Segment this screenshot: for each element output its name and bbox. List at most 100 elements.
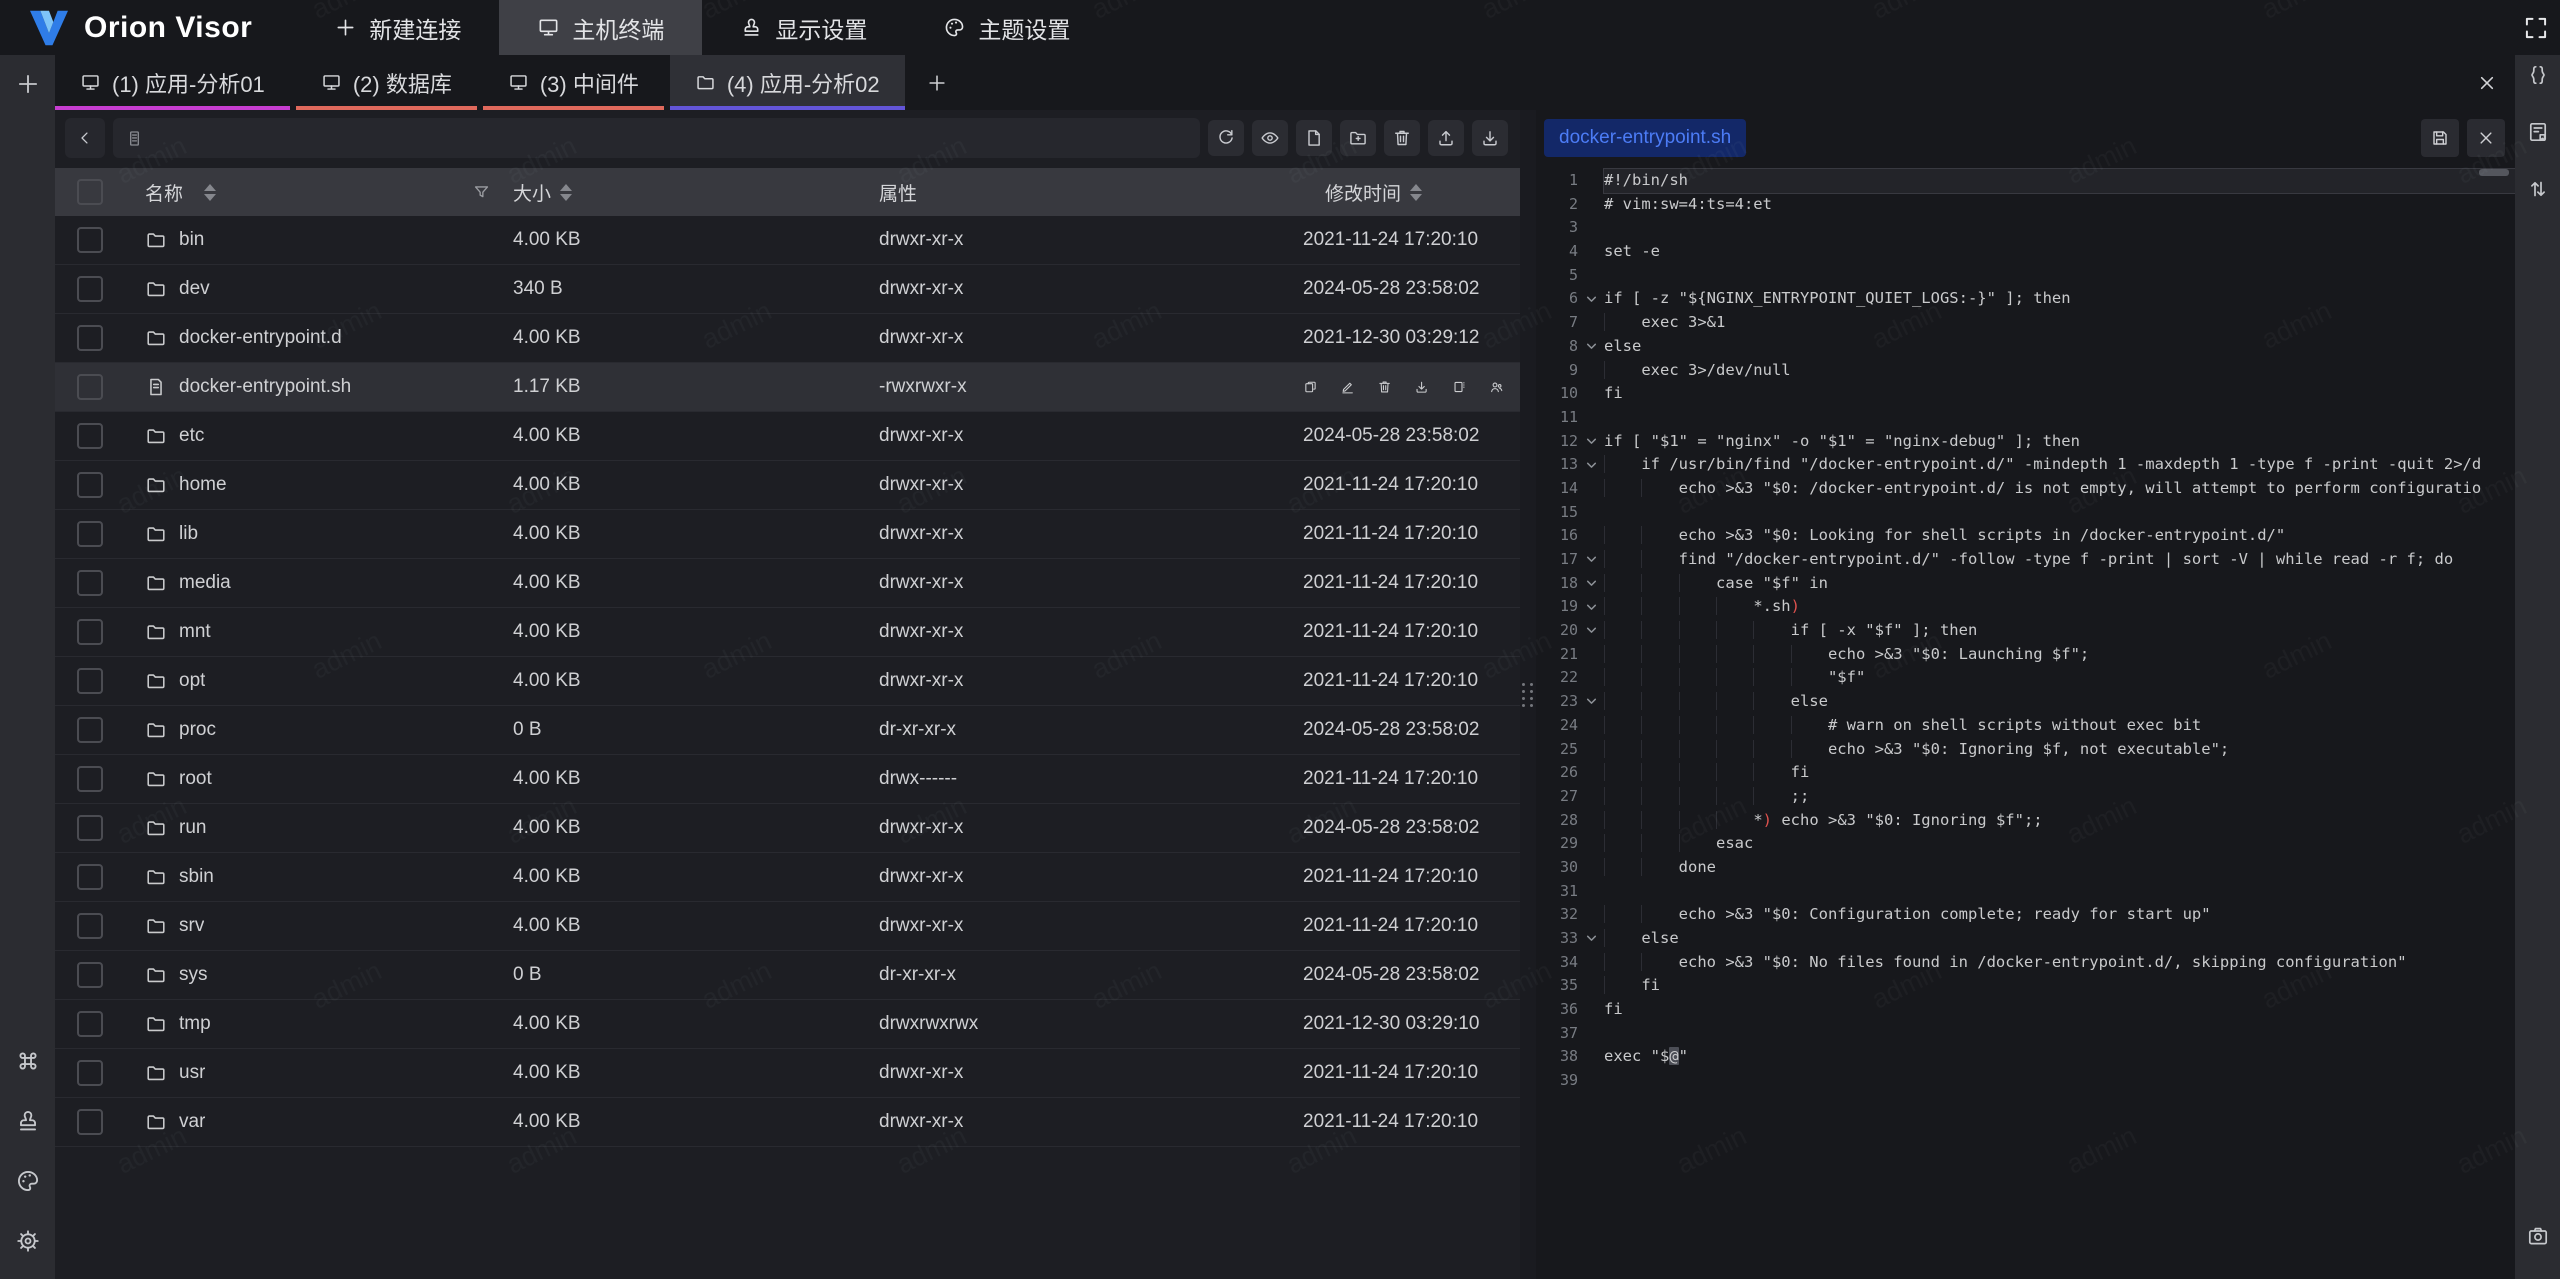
file-name[interactable]: opt — [179, 670, 205, 692]
table-row[interactable]: run4.00 KBdrwxr-xr-x2024-05-28 23:58:02 — [55, 804, 1520, 853]
row-checkbox[interactable] — [77, 962, 103, 988]
row-checkbox[interactable] — [77, 668, 103, 694]
sort-vertical-rail-button[interactable] — [2526, 177, 2550, 206]
file-name[interactable]: run — [179, 817, 206, 839]
table-row[interactable]: lib4.00 KBdrwxr-xr-x2021-11-24 17:20:10 — [55, 510, 1520, 559]
directory-list-icon[interactable] — [125, 129, 144, 148]
file-name[interactable]: docker-entrypoint.sh — [179, 376, 351, 398]
upload-button[interactable] — [1428, 120, 1464, 156]
table-row[interactable]: opt4.00 KBdrwxr-xr-x2021-11-24 17:20:10 — [55, 657, 1520, 706]
table-row[interactable]: dev340 Bdrwxr-xr-x2024-05-28 23:58:02 — [55, 265, 1520, 314]
table-row[interactable]: srv4.00 KBdrwxr-xr-x2021-11-24 17:20:10 — [55, 902, 1520, 951]
file-name[interactable]: proc — [179, 719, 216, 741]
select-all-checkbox[interactable] — [77, 179, 103, 205]
table-row[interactable]: media4.00 KBdrwxr-xr-x2021-11-24 17:20:1… — [55, 559, 1520, 608]
table-row[interactable]: root4.00 KBdrwx------2021-11-24 17:20:10 — [55, 755, 1520, 804]
download-button[interactable] — [1472, 120, 1508, 156]
row-checkbox[interactable] — [77, 521, 103, 547]
row-checkbox[interactable] — [77, 766, 103, 792]
file-name[interactable]: dev — [179, 278, 210, 300]
table-row[interactable]: usr4.00 KBdrwxr-xr-x2021-11-24 17:20:10 — [55, 1049, 1520, 1098]
plus-rail-button[interactable] — [15, 84, 41, 101]
fold-chevron-icon[interactable] — [1578, 690, 1604, 714]
table-row[interactable]: etc4.00 KBdrwxr-xr-x2024-05-28 23:58:02 — [55, 412, 1520, 461]
row-checkbox[interactable] — [77, 276, 103, 302]
fold-chevron-icon[interactable] — [1578, 453, 1604, 477]
table-row[interactable]: proc0 Bdr-xr-xr-x2024-05-28 23:58:02 — [55, 706, 1520, 755]
row-checkbox[interactable] — [77, 864, 103, 890]
row-checkbox[interactable] — [77, 374, 103, 400]
row-checkbox[interactable] — [77, 325, 103, 351]
file-name[interactable]: tmp — [179, 1013, 211, 1035]
command-rail-button[interactable] — [15, 1048, 41, 1079]
row-checkbox[interactable] — [77, 472, 103, 498]
file-name[interactable]: docker-entrypoint.d — [179, 327, 342, 349]
delete-icon[interactable] — [1377, 377, 1392, 397]
move-icon[interactable] — [1452, 377, 1467, 397]
path-input[interactable] — [152, 126, 1188, 150]
palette-rail-button[interactable] — [15, 1168, 41, 1199]
table-row[interactable]: tmp4.00 KBdrwxrwxrwx2021-12-30 03:29:10 — [55, 1000, 1520, 1049]
fullscreen-icon[interactable] — [2522, 14, 2550, 42]
table-row[interactable]: docker-entrypoint.d4.00 KBdrwxr-xr-x2021… — [55, 314, 1520, 363]
fold-chevron-icon[interactable] — [1578, 335, 1604, 359]
fold-chevron-icon[interactable] — [1578, 548, 1604, 572]
file-name[interactable]: media — [179, 572, 231, 594]
menu-new-connection[interactable]: 新建连接 — [296, 0, 499, 55]
stamp-rail-button[interactable] — [15, 1108, 41, 1139]
file-name[interactable]: usr — [179, 1062, 205, 1084]
fold-chevron-icon[interactable] — [1578, 927, 1604, 951]
panel-splitter[interactable] — [1520, 110, 1536, 1279]
camera-rail-button[interactable] — [2526, 1224, 2550, 1253]
row-checkbox[interactable] — [77, 1109, 103, 1135]
row-checkbox[interactable] — [77, 1060, 103, 1086]
fold-chevron-icon[interactable] — [1578, 430, 1604, 454]
new-folder-button[interactable] — [1340, 120, 1376, 156]
doc-bookmark-rail-button[interactable] — [2526, 120, 2550, 149]
delete-button[interactable] — [1384, 120, 1420, 156]
file-name[interactable]: srv — [179, 915, 204, 937]
close-editor-button[interactable] — [2467, 119, 2505, 157]
edit-icon[interactable] — [1340, 377, 1355, 397]
file-name[interactable]: home — [179, 474, 227, 496]
add-tab-button[interactable] — [911, 55, 963, 110]
table-row[interactable]: var4.00 KBdrwxr-xr-x2021-11-24 17:20:10 — [55, 1098, 1520, 1147]
eye-button[interactable] — [1252, 120, 1288, 156]
row-checkbox[interactable] — [77, 717, 103, 743]
row-checkbox[interactable] — [77, 227, 103, 253]
row-checkbox[interactable] — [77, 1011, 103, 1037]
permission-icon[interactable] — [1489, 377, 1504, 397]
file-name[interactable]: var — [179, 1111, 205, 1133]
fold-chevron-icon[interactable] — [1578, 572, 1604, 596]
file-name[interactable]: lib — [179, 523, 198, 545]
save-button[interactable] — [2421, 119, 2459, 157]
row-checkbox[interactable] — [77, 423, 103, 449]
table-row[interactable]: sbin4.00 KBdrwxr-xr-x2021-11-24 17:20:10 — [55, 853, 1520, 902]
file-name[interactable]: bin — [179, 229, 204, 251]
terminal-tab-2[interactable]: (2) 数据库 — [296, 55, 477, 110]
menu-display-settings[interactable]: 显示设置 — [702, 0, 905, 55]
terminal-tab-1[interactable]: (1) 应用-分析01 — [55, 55, 290, 110]
download-icon[interactable] — [1414, 377, 1429, 397]
copy-icon[interactable] — [1303, 377, 1318, 397]
terminal-tab-3[interactable]: (3) 中间件 — [483, 55, 664, 110]
close-panel-button[interactable] — [2459, 55, 2515, 110]
table-row[interactable]: bin4.00 KBdrwxr-xr-x2021-11-24 17:20:10 — [55, 216, 1520, 265]
menu-theme-settings[interactable]: 主题设置 — [905, 0, 1108, 55]
file-name[interactable]: sys — [179, 964, 208, 986]
editor-scrollbar-thumb[interactable] — [2479, 169, 2509, 176]
open-file-badge[interactable]: docker-entrypoint.sh — [1544, 119, 1746, 157]
back-button[interactable] — [65, 118, 105, 158]
sort-name-control[interactable] — [204, 184, 216, 201]
fold-chevron-icon[interactable] — [1578, 619, 1604, 643]
sort-mtime-control[interactable] — [1410, 184, 1422, 201]
brand[interactable]: Orion Visor — [0, 9, 276, 47]
row-checkbox[interactable] — [77, 815, 103, 841]
file-name[interactable]: sbin — [179, 866, 214, 888]
table-row[interactable]: docker-entrypoint.sh1.17 KB-rwxrwxr-x — [55, 363, 1520, 412]
fold-chevron-icon[interactable] — [1578, 287, 1604, 311]
table-row[interactable]: home4.00 KBdrwxr-xr-x2021-11-24 17:20:10 — [55, 461, 1520, 510]
table-row[interactable]: mnt4.00 KBdrwxr-xr-x2021-11-24 17:20:10 — [55, 608, 1520, 657]
new-file-button[interactable] — [1296, 120, 1332, 156]
filter-icon[interactable] — [472, 183, 491, 202]
